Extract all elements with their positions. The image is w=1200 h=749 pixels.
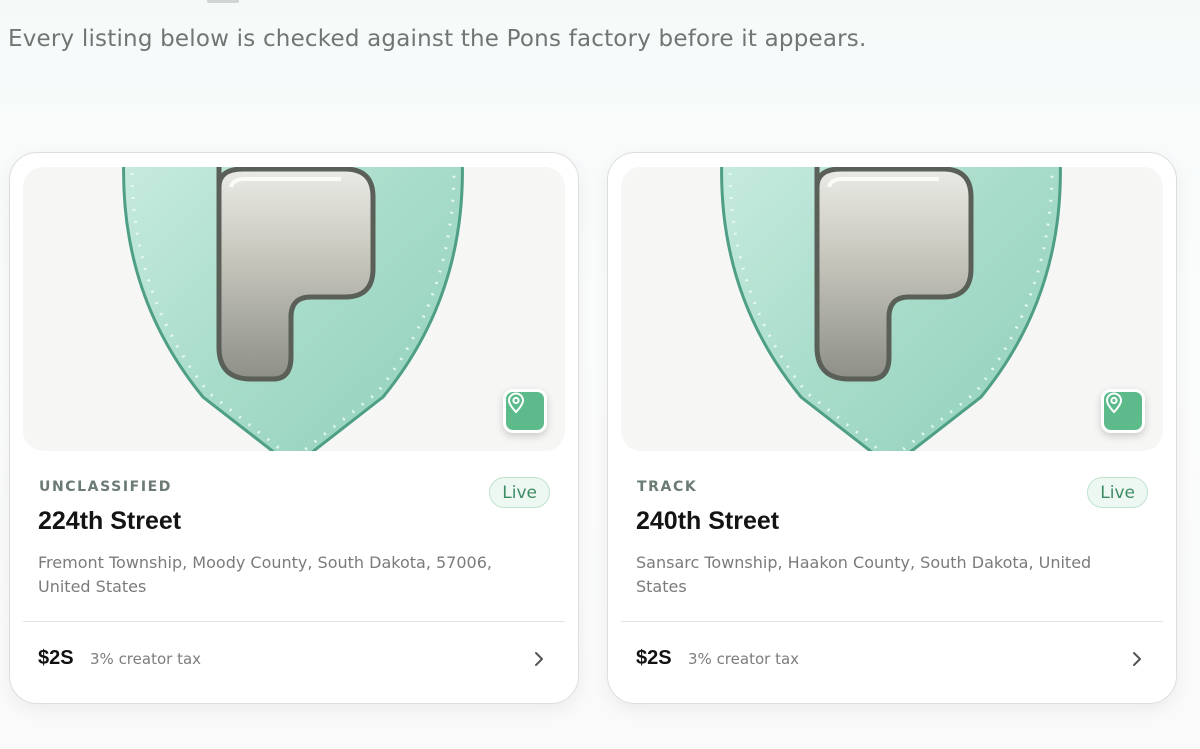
listing-image xyxy=(621,167,1163,451)
pons-pin-logo-image xyxy=(122,167,464,451)
listing-price: $2S xyxy=(38,647,74,669)
listing-price: $2S xyxy=(636,647,672,669)
card-divider xyxy=(23,621,565,622)
listing-title: 224th Street xyxy=(38,507,182,535)
location-button[interactable] xyxy=(503,389,547,433)
map-pin-icon xyxy=(507,392,525,414)
listing-category: UNCLASSIFIED xyxy=(39,479,173,495)
chevron-right-icon[interactable] xyxy=(1128,649,1146,669)
status-badge: Live xyxy=(489,477,550,508)
pons-pin-logo-image xyxy=(720,167,1062,451)
creator-tax: 3% creator tax xyxy=(688,650,800,668)
listing-address: Fremont Township, Moody County, South Da… xyxy=(38,553,492,596)
map-pin-icon xyxy=(1105,392,1123,414)
listing-category: TRACK xyxy=(637,479,698,495)
top-divider xyxy=(207,0,239,3)
status-badge: Live xyxy=(1087,477,1148,508)
listing-card[interactable]: UNCLASSIFIED Live 224th Street Fremont T… xyxy=(9,152,579,704)
card-divider xyxy=(621,621,1163,622)
page-subtitle: Every listing below is checked against t… xyxy=(8,26,867,52)
listing-image xyxy=(23,167,565,451)
creator-tax: 3% creator tax xyxy=(90,650,202,668)
location-button[interactable] xyxy=(1101,389,1145,433)
listing-card[interactable]: TRACK Live 240th Street Sansarc Township… xyxy=(607,152,1177,704)
listings-page: Every listing below is checked against t… xyxy=(0,0,1200,749)
chevron-right-icon[interactable] xyxy=(530,649,548,669)
listing-title: 240th Street xyxy=(636,507,780,535)
listing-address: Sansarc Township, Haakon County, South D… xyxy=(636,553,1092,596)
